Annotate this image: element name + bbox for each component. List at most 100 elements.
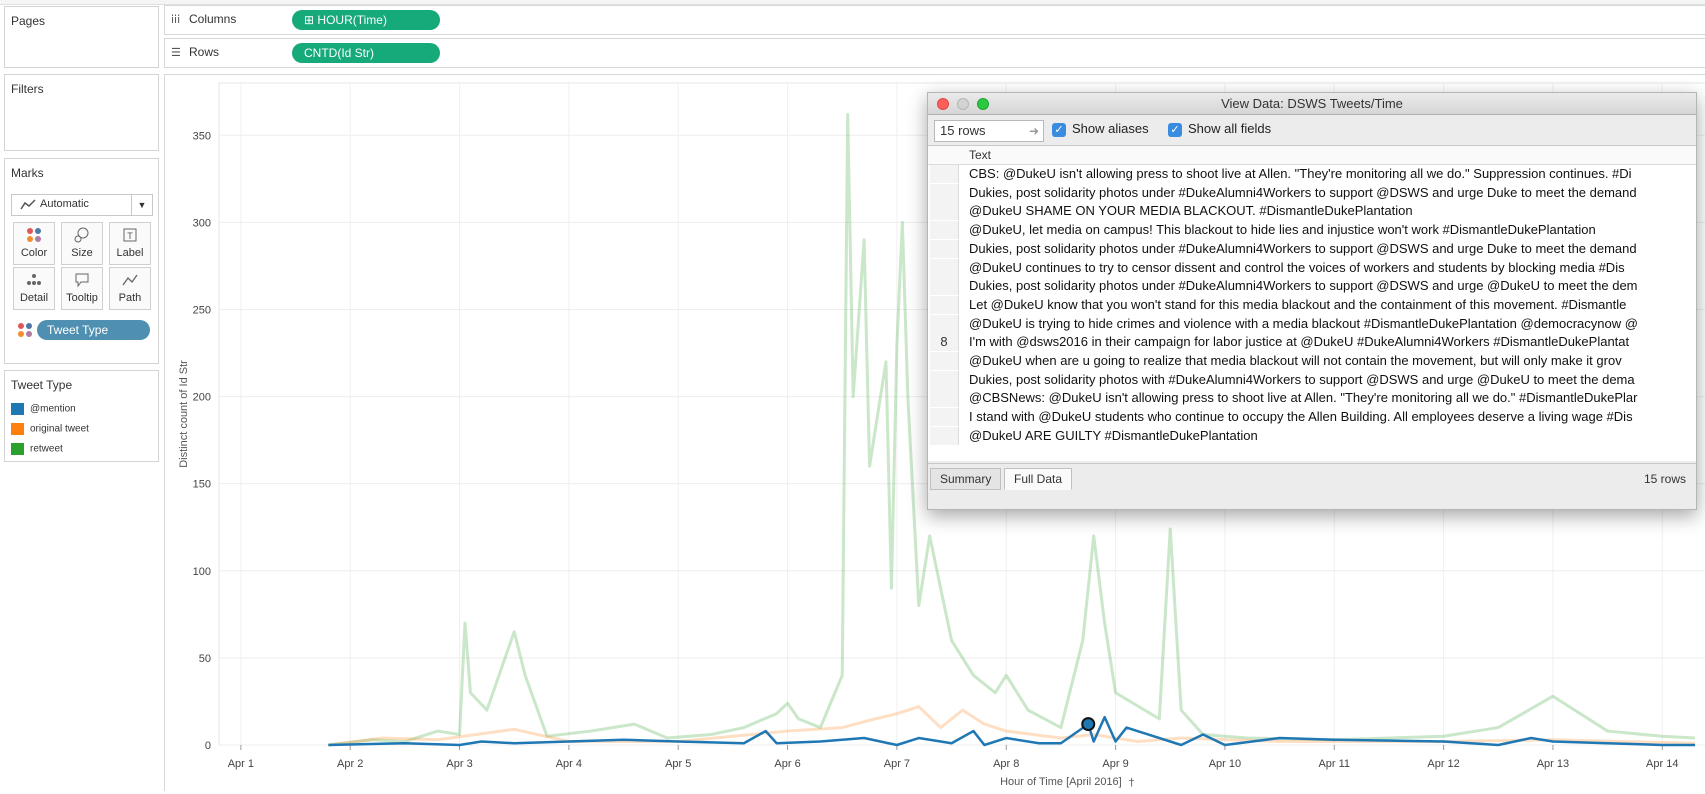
view-data-toolbar: 15 rows ➜ ✓ Show aliases ✓ Show all fiel… [928, 115, 1696, 146]
text-column-header[interactable]: Text [969, 148, 991, 162]
columns-pill[interactable]: ⊞ HOUR(Time) [292, 10, 440, 30]
tab-summary[interactable]: Summary [930, 468, 1002, 490]
svg-text:T: T [127, 231, 133, 241]
data-grid[interactable]: Text CBS: @DukeU isn't allowing press to… [928, 146, 1696, 461]
marks-title: Marks [11, 166, 44, 180]
detail-label: Detail [19, 292, 49, 304]
table-row[interactable]: CBS: @DukeU isn't allowing press to shoo… [928, 165, 1696, 183]
row-text: Dukies, post solidarity photos with #Duk… [969, 371, 1635, 387]
table-row[interactable]: Dukies, post solidarity photos under #Du… [928, 183, 1696, 202]
row-text: Let @DukeU know that you won't stand for… [969, 296, 1627, 312]
table-row[interactable]: Dukies, post solidarity photos under #Du… [928, 239, 1696, 258]
legend-swatch [11, 423, 24, 435]
mark-type-dropdown[interactable]: Automatic ▼ [11, 194, 153, 216]
table-row[interactable]: @DukeU ARE GUILTY #DismantleDukePlantati… [928, 426, 1696, 445]
legend-item-retweet[interactable]: retweet [11, 443, 63, 455]
view-data-footer: Summary Full Data 15 rows [928, 463, 1696, 492]
legend-item-mention[interactable]: @mention [11, 403, 76, 415]
expand-icon: ⊞ [304, 13, 315, 27]
pages-title: Pages [11, 14, 46, 28]
size-button[interactable]: Size [61, 222, 103, 265]
show-all-fields-label[interactable]: Show all fields [1188, 121, 1271, 136]
table-row[interactable]: @DukeU SHAME ON YOUR MEDIA BLACKOUT. #Di… [928, 202, 1696, 221]
row-number [930, 314, 959, 333]
detail-button[interactable]: Detail [13, 267, 55, 310]
row-text: @DukeU, let media on campus! This blacko… [969, 222, 1596, 238]
pages-panel: Pages [4, 6, 159, 68]
x-tick-label: Apr 14 [1646, 758, 1678, 770]
path-icon [110, 272, 150, 292]
show-all-fields-checkbox[interactable]: ✓ [1168, 123, 1182, 137]
row-number [930, 165, 959, 183]
y-tick-label: 350 [193, 130, 211, 142]
x-axis-title: Hour of Time [April 2016] [1000, 776, 1122, 788]
y-axis-title: Distinct count of Id Str [178, 360, 190, 468]
table-row[interactable]: @DukeU continues to try to censor dissen… [928, 258, 1696, 277]
legend-label: retweet [30, 443, 63, 455]
table-row[interactable]: Let @DukeU know that you won't stand for… [928, 295, 1696, 314]
rows-count-input[interactable]: 15 rows ➜ [934, 120, 1044, 142]
label-button[interactable]: T Label [109, 222, 151, 265]
path-button[interactable]: Path [109, 267, 151, 310]
color-icon [14, 227, 54, 247]
x-tick-label: Apr 8 [993, 758, 1019, 770]
y-tick-label: 250 [193, 304, 211, 316]
x-tick-label: Apr 7 [884, 758, 910, 770]
tooltip-button[interactable]: Tooltip [61, 267, 103, 310]
table-row[interactable]: @CBSNews: @DukeU isn't allowing press to… [928, 389, 1696, 408]
rows-count-value: 15 rows [940, 123, 986, 138]
x-tick-label: Apr 1 [228, 758, 254, 770]
tab-full-data[interactable]: Full Data [1004, 468, 1073, 490]
table-row[interactable]: @DukeU is trying to hide crimes and viol… [928, 314, 1696, 333]
x-tick-label: Apr 11 [1318, 758, 1350, 770]
table-row[interactable]: 8 I'm with @dsws2016 in their campaign fo… [928, 333, 1696, 352]
arrow-right-icon[interactable]: ➜ [1024, 121, 1039, 141]
view-data-titlebar[interactable]: View Data: DSWS Tweets/Time [928, 93, 1696, 115]
rows-shelf[interactable]: ☰ Rows CNTD(Id Str) [164, 38, 1705, 68]
view-data-title: View Data: DSWS Tweets/Time [1221, 96, 1403, 111]
row-number [930, 352, 959, 370]
row-text: @CBSNews: @DukeU isn't allowing press to… [969, 390, 1638, 406]
x-tick-label: Apr 10 [1209, 758, 1241, 770]
show-aliases-checkbox[interactable]: ✓ [1052, 123, 1066, 137]
x-tick-label: Apr 9 [1102, 758, 1128, 770]
row-text: Dukies, post solidarity photos under #Du… [969, 184, 1637, 200]
view-data-window[interactable]: View Data: DSWS Tweets/Time 15 rows ➜ ✓ … [927, 92, 1697, 510]
chevron-down-icon[interactable]: ▼ [131, 195, 152, 215]
legend-swatch [11, 403, 24, 415]
y-tick-label: 300 [193, 217, 211, 229]
row-number [930, 295, 959, 314]
row-number [930, 408, 959, 427]
show-aliases-label[interactable]: Show aliases [1072, 121, 1149, 136]
color-button[interactable]: Color [13, 222, 55, 265]
row-number [930, 183, 959, 202]
table-row[interactable]: Dukies, post solidarity photos under #Du… [928, 277, 1696, 296]
minimize-window-icon[interactable] [957, 98, 969, 110]
legend-item-original-tweet[interactable]: original tweet [11, 423, 89, 435]
legend-label: @mention [30, 403, 76, 415]
label-label: Label [116, 247, 144, 259]
row-text: @DukeU SHAME ON YOUR MEDIA BLACKOUT. #Di… [969, 203, 1413, 219]
filters-panel: Filters [4, 74, 159, 151]
maximize-window-icon[interactable] [977, 98, 989, 110]
table-row[interactable]: @DukeU when are u going to realize that … [928, 352, 1696, 370]
row-number [930, 277, 959, 296]
y-tick-label: 100 [193, 566, 211, 578]
table-row[interactable]: Dukies, post solidarity photos with #Duk… [928, 370, 1696, 389]
rows-pill[interactable]: CNTD(Id Str) [292, 43, 440, 63]
row-text: @DukeU when are u going to realize that … [969, 353, 1622, 368]
x-tick-label: Apr 2 [337, 758, 363, 770]
tooltip-label: Tooltip [66, 292, 98, 304]
x-tick-label: Apr 13 [1537, 758, 1569, 770]
size-icon [62, 227, 102, 247]
tweet-type-pill[interactable]: Tweet Type [37, 320, 150, 340]
row-number [930, 239, 959, 258]
path-label: Path [118, 292, 142, 304]
close-window-icon[interactable] [937, 98, 949, 110]
table-row[interactable]: I stand with @DukeU students who continu… [928, 408, 1696, 427]
line-mark-icon [20, 199, 36, 210]
columns-shelf[interactable]: ⅰⅰⅰ Columns ⊞ HOUR(Time) [164, 5, 1705, 35]
table-row[interactable]: @DukeU, let media on campus! This blacko… [928, 221, 1696, 240]
y-tick-label: 50 [199, 653, 211, 665]
row-text: I'm with @dsws2016 in their campaign for… [969, 334, 1630, 350]
